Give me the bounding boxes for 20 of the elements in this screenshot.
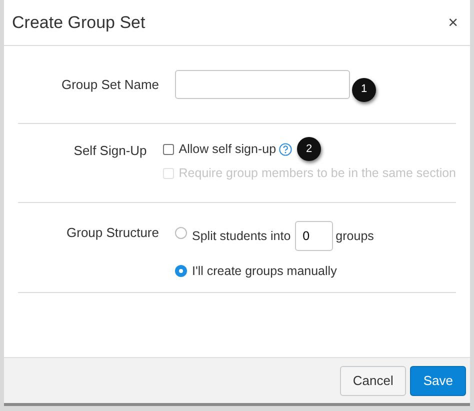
callout-badge: 1	[352, 78, 376, 102]
radio-button[interactable]	[175, 227, 187, 239]
checkbox[interactable]	[162, 144, 174, 154]
checkbox-label: Allow self sign-up	[178, 140, 276, 158]
field-label: Group Structure	[66, 224, 159, 242]
input-field[interactable]	[175, 70, 350, 99]
number-field[interactable]: 0	[294, 221, 333, 251]
radio-button[interactable]	[175, 265, 187, 277]
dialog-title: Create Group Set	[12, 12, 146, 34]
help-icon[interactable]	[279, 142, 292, 156]
save-button[interactable]: Save	[410, 366, 466, 396]
close-button[interactable]: ×	[444, 10, 462, 36]
radio-label: groups	[336, 228, 374, 245]
radio-label: I'll create groups manually	[192, 262, 337, 280]
field-label: Group Set Name	[60, 76, 159, 94]
field-label: Self Sign-Up	[72, 142, 147, 160]
checkbox-label: Require group members to be in the same section	[178, 164, 456, 182]
radio-label: Split students into	[192, 228, 291, 245]
cancel-button[interactable]: Cancel	[340, 366, 406, 396]
callout-badge: 2	[297, 137, 322, 161]
